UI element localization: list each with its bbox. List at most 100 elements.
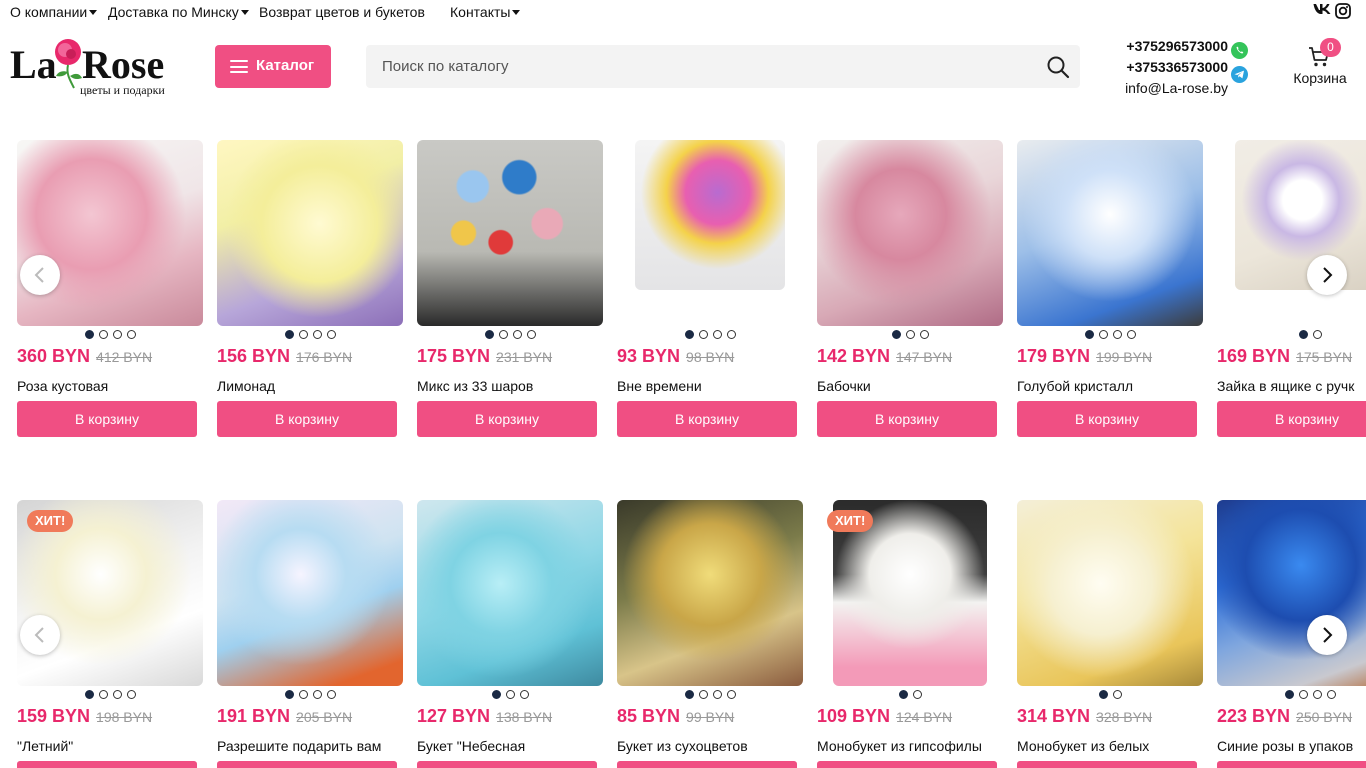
product-name[interactable]: "Летний" bbox=[17, 738, 217, 754]
carousel-dot[interactable] bbox=[726, 330, 736, 339]
carousel-dot[interactable] bbox=[1112, 330, 1122, 339]
telegram-icon[interactable] bbox=[1231, 66, 1248, 83]
catalog-button[interactable]: Каталог bbox=[215, 45, 331, 88]
instagram-icon[interactable] bbox=[1335, 3, 1351, 22]
carousel-dot[interactable] bbox=[1312, 330, 1322, 339]
carousel-prev-button[interactable] bbox=[20, 615, 60, 655]
carousel-dot[interactable] bbox=[126, 690, 136, 699]
carousel-dot[interactable] bbox=[98, 330, 108, 339]
product-name[interactable]: Микс из 33 шаров bbox=[417, 378, 617, 394]
carousel-dot[interactable] bbox=[712, 330, 722, 339]
add-to-cart-button[interactable]: В корзину bbox=[817, 401, 997, 437]
carousel-dot[interactable] bbox=[1298, 330, 1308, 339]
product-photo[interactable] bbox=[17, 140, 203, 326]
add-to-cart-button[interactable]: В корзину bbox=[1217, 761, 1366, 768]
add-to-cart-button[interactable]: В корзину bbox=[17, 761, 197, 768]
carousel-dot[interactable] bbox=[484, 330, 494, 339]
add-to-cart-button[interactable]: В корзину bbox=[217, 761, 397, 768]
cart-button[interactable]: 0 Корзина bbox=[1290, 38, 1350, 90]
carousel-dot[interactable] bbox=[1126, 330, 1136, 339]
carousel-dot[interactable] bbox=[84, 690, 94, 699]
product-name[interactable]: Лимонад bbox=[217, 378, 417, 394]
whatsapp-icon[interactable] bbox=[1231, 42, 1248, 59]
add-to-cart-button[interactable]: В корзину bbox=[617, 761, 797, 768]
search-input[interactable] bbox=[366, 45, 1036, 88]
add-to-cart-button[interactable]: В корзину bbox=[817, 761, 997, 768]
product-name[interactable]: Букет из сухоцветов bbox=[617, 738, 817, 754]
carousel-dot[interactable] bbox=[905, 330, 915, 339]
product-photo[interactable] bbox=[1017, 140, 1203, 326]
product-name[interactable]: Бабочки bbox=[817, 378, 1017, 394]
carousel-dot[interactable] bbox=[1112, 690, 1122, 699]
carousel-dot[interactable] bbox=[684, 330, 694, 339]
carousel-dot[interactable] bbox=[312, 330, 322, 339]
product-name[interactable]: Монобукет из белых bbox=[1017, 738, 1217, 754]
add-to-cart-button[interactable]: В корзину bbox=[1217, 401, 1366, 437]
carousel-dot[interactable] bbox=[284, 690, 294, 699]
nav-delivery[interactable]: Доставка по Минску bbox=[108, 4, 249, 20]
add-to-cart-button[interactable]: В корзину bbox=[417, 761, 597, 768]
carousel-dot[interactable] bbox=[498, 330, 508, 339]
carousel-dot[interactable] bbox=[698, 330, 708, 339]
product-photo[interactable] bbox=[1217, 500, 1366, 686]
carousel-dot[interactable] bbox=[126, 330, 136, 339]
carousel-dot[interactable] bbox=[491, 690, 501, 699]
carousel-dot[interactable] bbox=[98, 690, 108, 699]
add-to-cart-button[interactable]: В корзину bbox=[217, 401, 397, 437]
carousel-dot[interactable] bbox=[512, 330, 522, 339]
add-to-cart-button[interactable]: В корзину bbox=[617, 401, 797, 437]
phone-link-2[interactable]: +375336573000 bbox=[1108, 57, 1228, 78]
carousel-dot[interactable] bbox=[326, 690, 336, 699]
carousel-dot[interactable] bbox=[1098, 330, 1108, 339]
carousel-dot[interactable] bbox=[912, 690, 922, 699]
product-photo[interactable] bbox=[217, 500, 403, 686]
carousel-dot[interactable] bbox=[1312, 690, 1322, 699]
carousel-next-button[interactable] bbox=[1307, 615, 1347, 655]
product-name[interactable]: Синие розы в упаков bbox=[1217, 738, 1366, 754]
carousel-dot[interactable] bbox=[519, 690, 529, 699]
carousel-dot[interactable] bbox=[326, 330, 336, 339]
carousel-dot[interactable] bbox=[112, 690, 122, 699]
carousel-dot[interactable] bbox=[1098, 690, 1108, 699]
add-to-cart-button[interactable]: В корзину bbox=[17, 401, 197, 437]
carousel-dot[interactable] bbox=[726, 690, 736, 699]
nav-about[interactable]: О компании bbox=[10, 4, 98, 20]
carousel-dot[interactable] bbox=[284, 330, 294, 339]
vk-icon[interactable] bbox=[1313, 3, 1331, 18]
carousel-dot[interactable] bbox=[684, 690, 694, 699]
carousel-dot[interactable] bbox=[698, 690, 708, 699]
product-name[interactable]: Разрешите подарить вам bbox=[217, 738, 417, 754]
product-photo[interactable] bbox=[417, 140, 603, 326]
carousel-dot[interactable] bbox=[505, 690, 515, 699]
carousel-dot[interactable] bbox=[298, 690, 308, 699]
carousel-prev-button[interactable] bbox=[20, 255, 60, 295]
product-name[interactable]: Букет "Небесная bbox=[417, 738, 617, 754]
nav-contacts[interactable]: Контакты bbox=[450, 4, 521, 20]
add-to-cart-button[interactable]: В корзину bbox=[1017, 761, 1197, 768]
carousel-dot[interactable] bbox=[1284, 690, 1294, 699]
carousel-next-button[interactable] bbox=[1307, 255, 1347, 295]
product-photo[interactable] bbox=[817, 140, 1003, 326]
carousel-dot[interactable] bbox=[712, 690, 722, 699]
product-name[interactable]: Роза кустовая bbox=[17, 378, 217, 394]
product-photo[interactable] bbox=[1235, 140, 1366, 290]
carousel-dot[interactable] bbox=[526, 330, 536, 339]
carousel-dot[interactable] bbox=[898, 690, 908, 699]
carousel-dot[interactable] bbox=[298, 330, 308, 339]
carousel-dot[interactable] bbox=[891, 330, 901, 339]
carousel-dot[interactable] bbox=[312, 690, 322, 699]
product-photo[interactable] bbox=[417, 500, 603, 686]
product-name[interactable]: Голубой кристалл bbox=[1017, 378, 1217, 394]
carousel-dot[interactable] bbox=[919, 330, 929, 339]
carousel-dot[interactable] bbox=[1298, 690, 1308, 699]
product-photo[interactable] bbox=[635, 140, 785, 290]
carousel-dot[interactable] bbox=[112, 330, 122, 339]
product-name[interactable]: Вне времени bbox=[617, 378, 817, 394]
product-photo[interactable] bbox=[1017, 500, 1203, 686]
site-logo[interactable]: La Rose цветы и подарки bbox=[10, 36, 185, 98]
carousel-dot[interactable] bbox=[84, 330, 94, 339]
product-photo[interactable] bbox=[617, 500, 803, 686]
search-icon[interactable] bbox=[1046, 55, 1070, 79]
product-photo[interactable] bbox=[217, 140, 403, 326]
phone-link-1[interactable]: +375296573000 bbox=[1108, 36, 1228, 57]
